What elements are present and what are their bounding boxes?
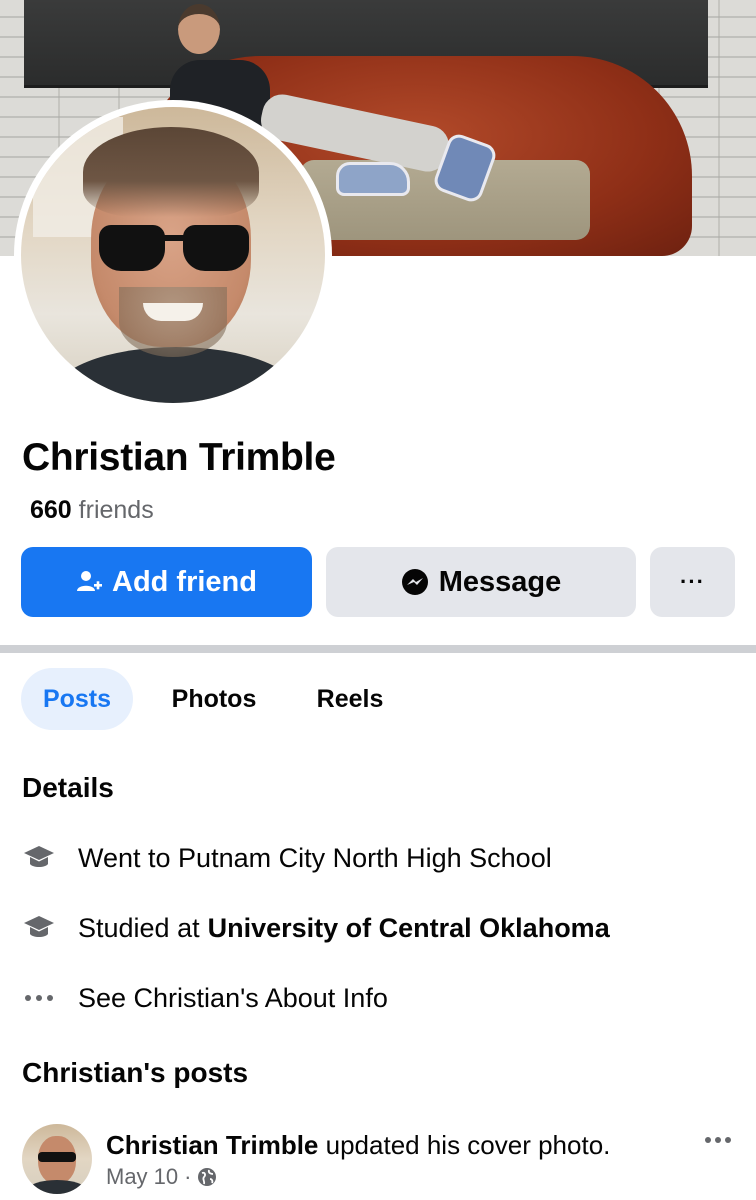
detail-education-university[interactable]: Studied at University of Central Oklahom… [22,908,610,948]
avatar-lens-right [183,225,249,271]
tab-posts[interactable]: Posts [21,668,133,730]
details-heading: Details [22,772,114,803]
post-options-dot [725,1137,731,1143]
post-avatar-sunglasses [38,1152,76,1162]
post-meta-separator: · [184,1164,192,1189]
see-about-info[interactable]: See Christian's About Info [22,978,388,1018]
globe-icon [197,1167,217,1187]
detail-text: See Christian's About Info [78,982,388,1013]
friends-count[interactable]: 660 friends [30,496,154,525]
detail-text: Went to Putnam City North High School [78,842,552,873]
add-person-icon [76,569,102,595]
detail-prefix: Studied at [78,912,200,943]
avatar-smile [143,303,203,321]
tab-reels[interactable]: Reels [296,668,404,730]
messenger-icon [401,568,429,596]
friends-count-label: friends [78,496,154,524]
post-action-text: updated his cover photo. [325,1130,611,1160]
message-button[interactable]: Message [326,547,636,617]
post-options-icon[interactable] [700,1128,736,1152]
profile-name: Christian Trimble [22,436,336,479]
avatar-sunglasses [99,225,249,273]
post-header-line: Christian Trimble updated his cover phot… [106,1130,610,1161]
detail-education-high-school[interactable]: Went to Putnam City North High School [22,838,552,878]
post-author-avatar[interactable] [22,1124,92,1194]
profile-avatar[interactable] [14,100,332,410]
profile-picture [21,107,325,403]
avatar-lens-left [99,225,165,271]
post-date[interactable]: May 10 [106,1164,178,1190]
message-label: Message [438,565,562,598]
post-options-dot [705,1137,711,1143]
post-options-dot [715,1137,721,1143]
section-divider [0,645,756,653]
more-dots-icon [22,981,56,1015]
avatar-hair [83,127,259,217]
post-avatar-shirt [28,1180,86,1194]
add-friend-button[interactable]: Add friend [21,547,312,617]
more-options-label: ··· [680,569,705,594]
avatar-beard [119,287,227,357]
posts-heading: Christian's posts [22,1057,249,1088]
graduation-cap-icon [22,911,56,945]
friends-count-number: 660 [30,496,72,524]
graduation-cap-icon [22,841,56,875]
post-author-name[interactable]: Christian Trimble [106,1130,318,1160]
add-friend-label: Add friend [112,565,257,598]
more-options-button[interactable]: ··· [650,547,735,617]
detail-university-name[interactable]: University of Central Oklahoma [208,913,610,944]
tab-photos[interactable]: Photos [150,668,278,730]
cover-person-head [178,4,220,54]
post-meta: May 10 · [106,1164,217,1190]
cover-sneaker-left [336,162,410,196]
